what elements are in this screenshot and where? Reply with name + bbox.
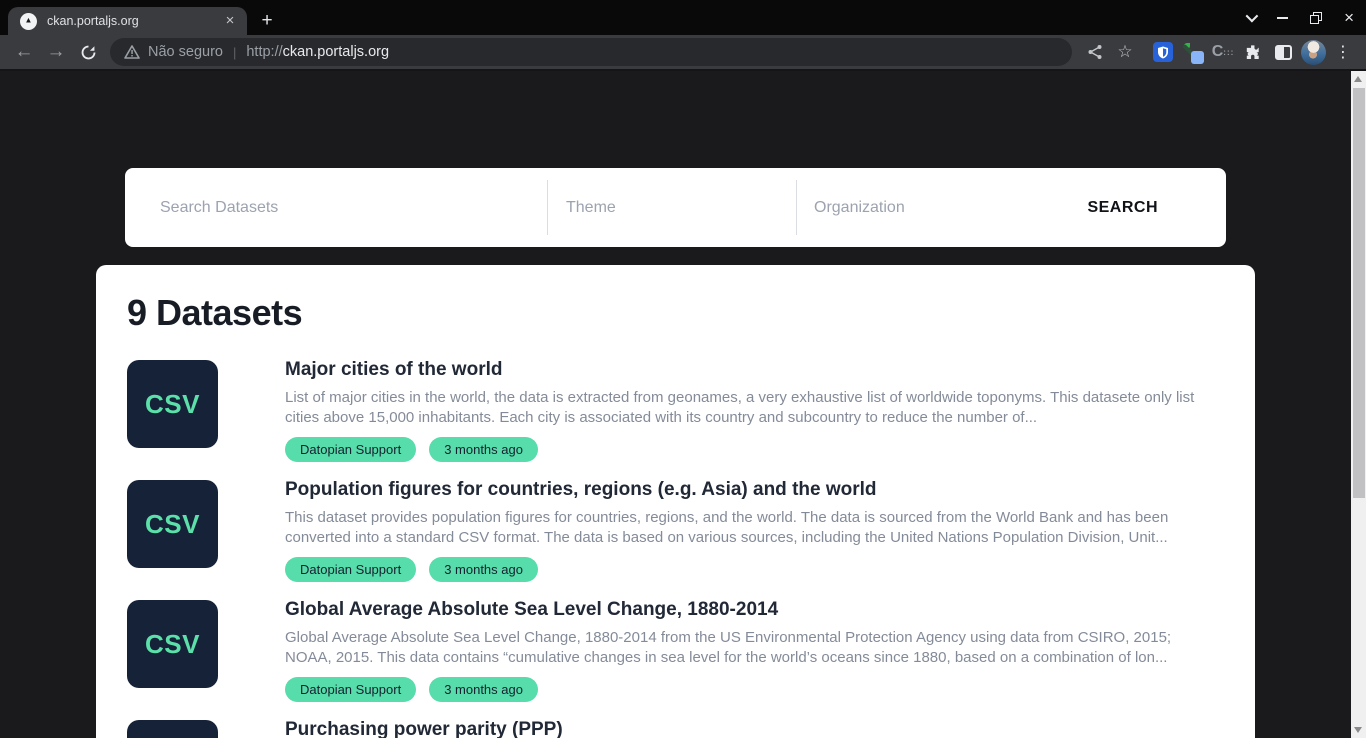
dataset-search-bar: SEARCH [125, 168, 1226, 247]
tab-title: ckan.portaljs.org [47, 14, 221, 28]
page-scrollbar[interactable] [1351, 71, 1366, 738]
dataset-tags: Datopian Support 3 months ago [285, 677, 1221, 702]
minimize-button[interactable] [1277, 17, 1288, 19]
scrollbar-up-arrow-icon[interactable] [1354, 76, 1362, 82]
org-tag[interactable]: Datopian Support [285, 677, 416, 702]
organization-input[interactable] [814, 199, 1051, 217]
dataset-title[interactable]: Global Average Absolute Sea Level Change… [285, 598, 1221, 622]
organization-field[interactable] [796, 180, 1067, 235]
search-datasets-input[interactable] [160, 199, 531, 217]
search-button[interactable]: SEARCH [1067, 168, 1226, 247]
not-secure-warning-icon [124, 45, 140, 59]
restore-button[interactable] [1310, 12, 1322, 24]
tab-close-icon[interactable]: × [221, 12, 239, 30]
extensions-puzzle-icon[interactable] [1238, 38, 1268, 66]
dataset-row[interactable]: CSV Major cities of the world List of ma… [127, 360, 1221, 448]
csv-format-badge: CSV [127, 480, 218, 568]
forward-button[interactable]: → [42, 38, 70, 66]
tab-search-chevron-icon[interactable] [1246, 13, 1255, 22]
side-panel-icon[interactable] [1268, 38, 1298, 66]
dataset-title[interactable]: Purchasing power parity (PPP) [285, 718, 1221, 738]
back-button[interactable]: ← [10, 38, 38, 66]
dataset-description: List of major cities in the world, the d… [285, 388, 1221, 428]
browser-toolbar: ← → Não seguro | http://ckan.portaljs.or… [0, 35, 1366, 71]
dataset-row[interactable]: CSV Purchasing power parity (PPP) [127, 720, 1221, 738]
site-favicon-icon: ▲ [20, 13, 37, 30]
window-controls: × [1246, 0, 1360, 35]
dataset-list: CSV Major cities of the world List of ma… [127, 360, 1221, 738]
dataset-tags: Datopian Support 3 months ago [285, 557, 1221, 582]
theme-field[interactable] [547, 180, 796, 235]
url-scheme: http:// [246, 44, 282, 60]
page-content: SEARCH 9 Datasets CSV Major cities of th… [0, 71, 1366, 738]
share-button[interactable] [1080, 38, 1110, 66]
profile-avatar[interactable] [1298, 38, 1328, 66]
browser-window: ▲ ckan.portaljs.org × + × ← → [0, 0, 1366, 738]
results-card: 9 Datasets CSV Major cities of the world… [96, 265, 1255, 738]
url-host: ckan.portaljs.org [283, 44, 389, 60]
address-separator: | [233, 45, 236, 60]
share-icon [1087, 44, 1103, 60]
dataset-description: This dataset provides population figures… [285, 508, 1221, 548]
dataset-description: Global Average Absolute Sea Level Change… [285, 628, 1221, 668]
org-tag[interactable]: Datopian Support [285, 557, 416, 582]
dataset-title[interactable]: Major cities of the world [285, 358, 1221, 382]
security-label: Não seguro [148, 44, 223, 60]
updated-tag[interactable]: 3 months ago [429, 677, 538, 702]
reload-button[interactable] [74, 38, 102, 66]
dataset-row[interactable]: CSV Global Average Absolute Sea Level Ch… [127, 600, 1221, 688]
reload-icon [80, 44, 97, 61]
results-count-heading: 9 Datasets [127, 291, 1221, 335]
updated-tag[interactable]: 3 months ago [429, 437, 538, 462]
tab-strip: ▲ ckan.portaljs.org × + × [0, 0, 1366, 35]
theme-input[interactable] [566, 199, 780, 217]
scrollbar-down-arrow-icon[interactable] [1354, 727, 1362, 733]
csv-format-badge: CSV [127, 360, 218, 448]
puzzle-icon [1244, 43, 1262, 61]
window-close-button[interactable]: × [1344, 9, 1354, 26]
org-tag[interactable]: Datopian Support [285, 437, 416, 462]
updated-tag[interactable]: 3 months ago [429, 557, 538, 582]
browser-menu-icon[interactable]: ⋮ [1328, 38, 1358, 66]
dataset-title[interactable]: Population figures for countries, region… [285, 478, 1221, 502]
bitwarden-extension-icon[interactable] [1148, 38, 1178, 66]
csv-format-badge: CSV [127, 720, 218, 738]
shield-icon [1157, 46, 1169, 59]
eyedropper-extension-icon[interactable] [1178, 38, 1208, 66]
csv-format-badge: CSV [127, 600, 218, 688]
new-tab-button[interactable]: + [254, 8, 280, 34]
address-bar[interactable]: Não seguro | http://ckan.portaljs.org [110, 38, 1072, 66]
bookmark-star-icon[interactable]: ☆ [1110, 38, 1140, 66]
browser-tab[interactable]: ▲ ckan.portaljs.org × [8, 7, 247, 35]
colorzilla-extension-icon[interactable]: C::: [1208, 38, 1238, 66]
toolbar-icons: ☆ C::: ⋮ [1080, 38, 1358, 66]
search-datasets-field[interactable] [125, 168, 547, 247]
dataset-tags: Datopian Support 3 months ago [285, 437, 1221, 462]
dataset-row[interactable]: CSV Population figures for countries, re… [127, 480, 1221, 568]
scrollbar-thumb[interactable] [1353, 88, 1365, 498]
